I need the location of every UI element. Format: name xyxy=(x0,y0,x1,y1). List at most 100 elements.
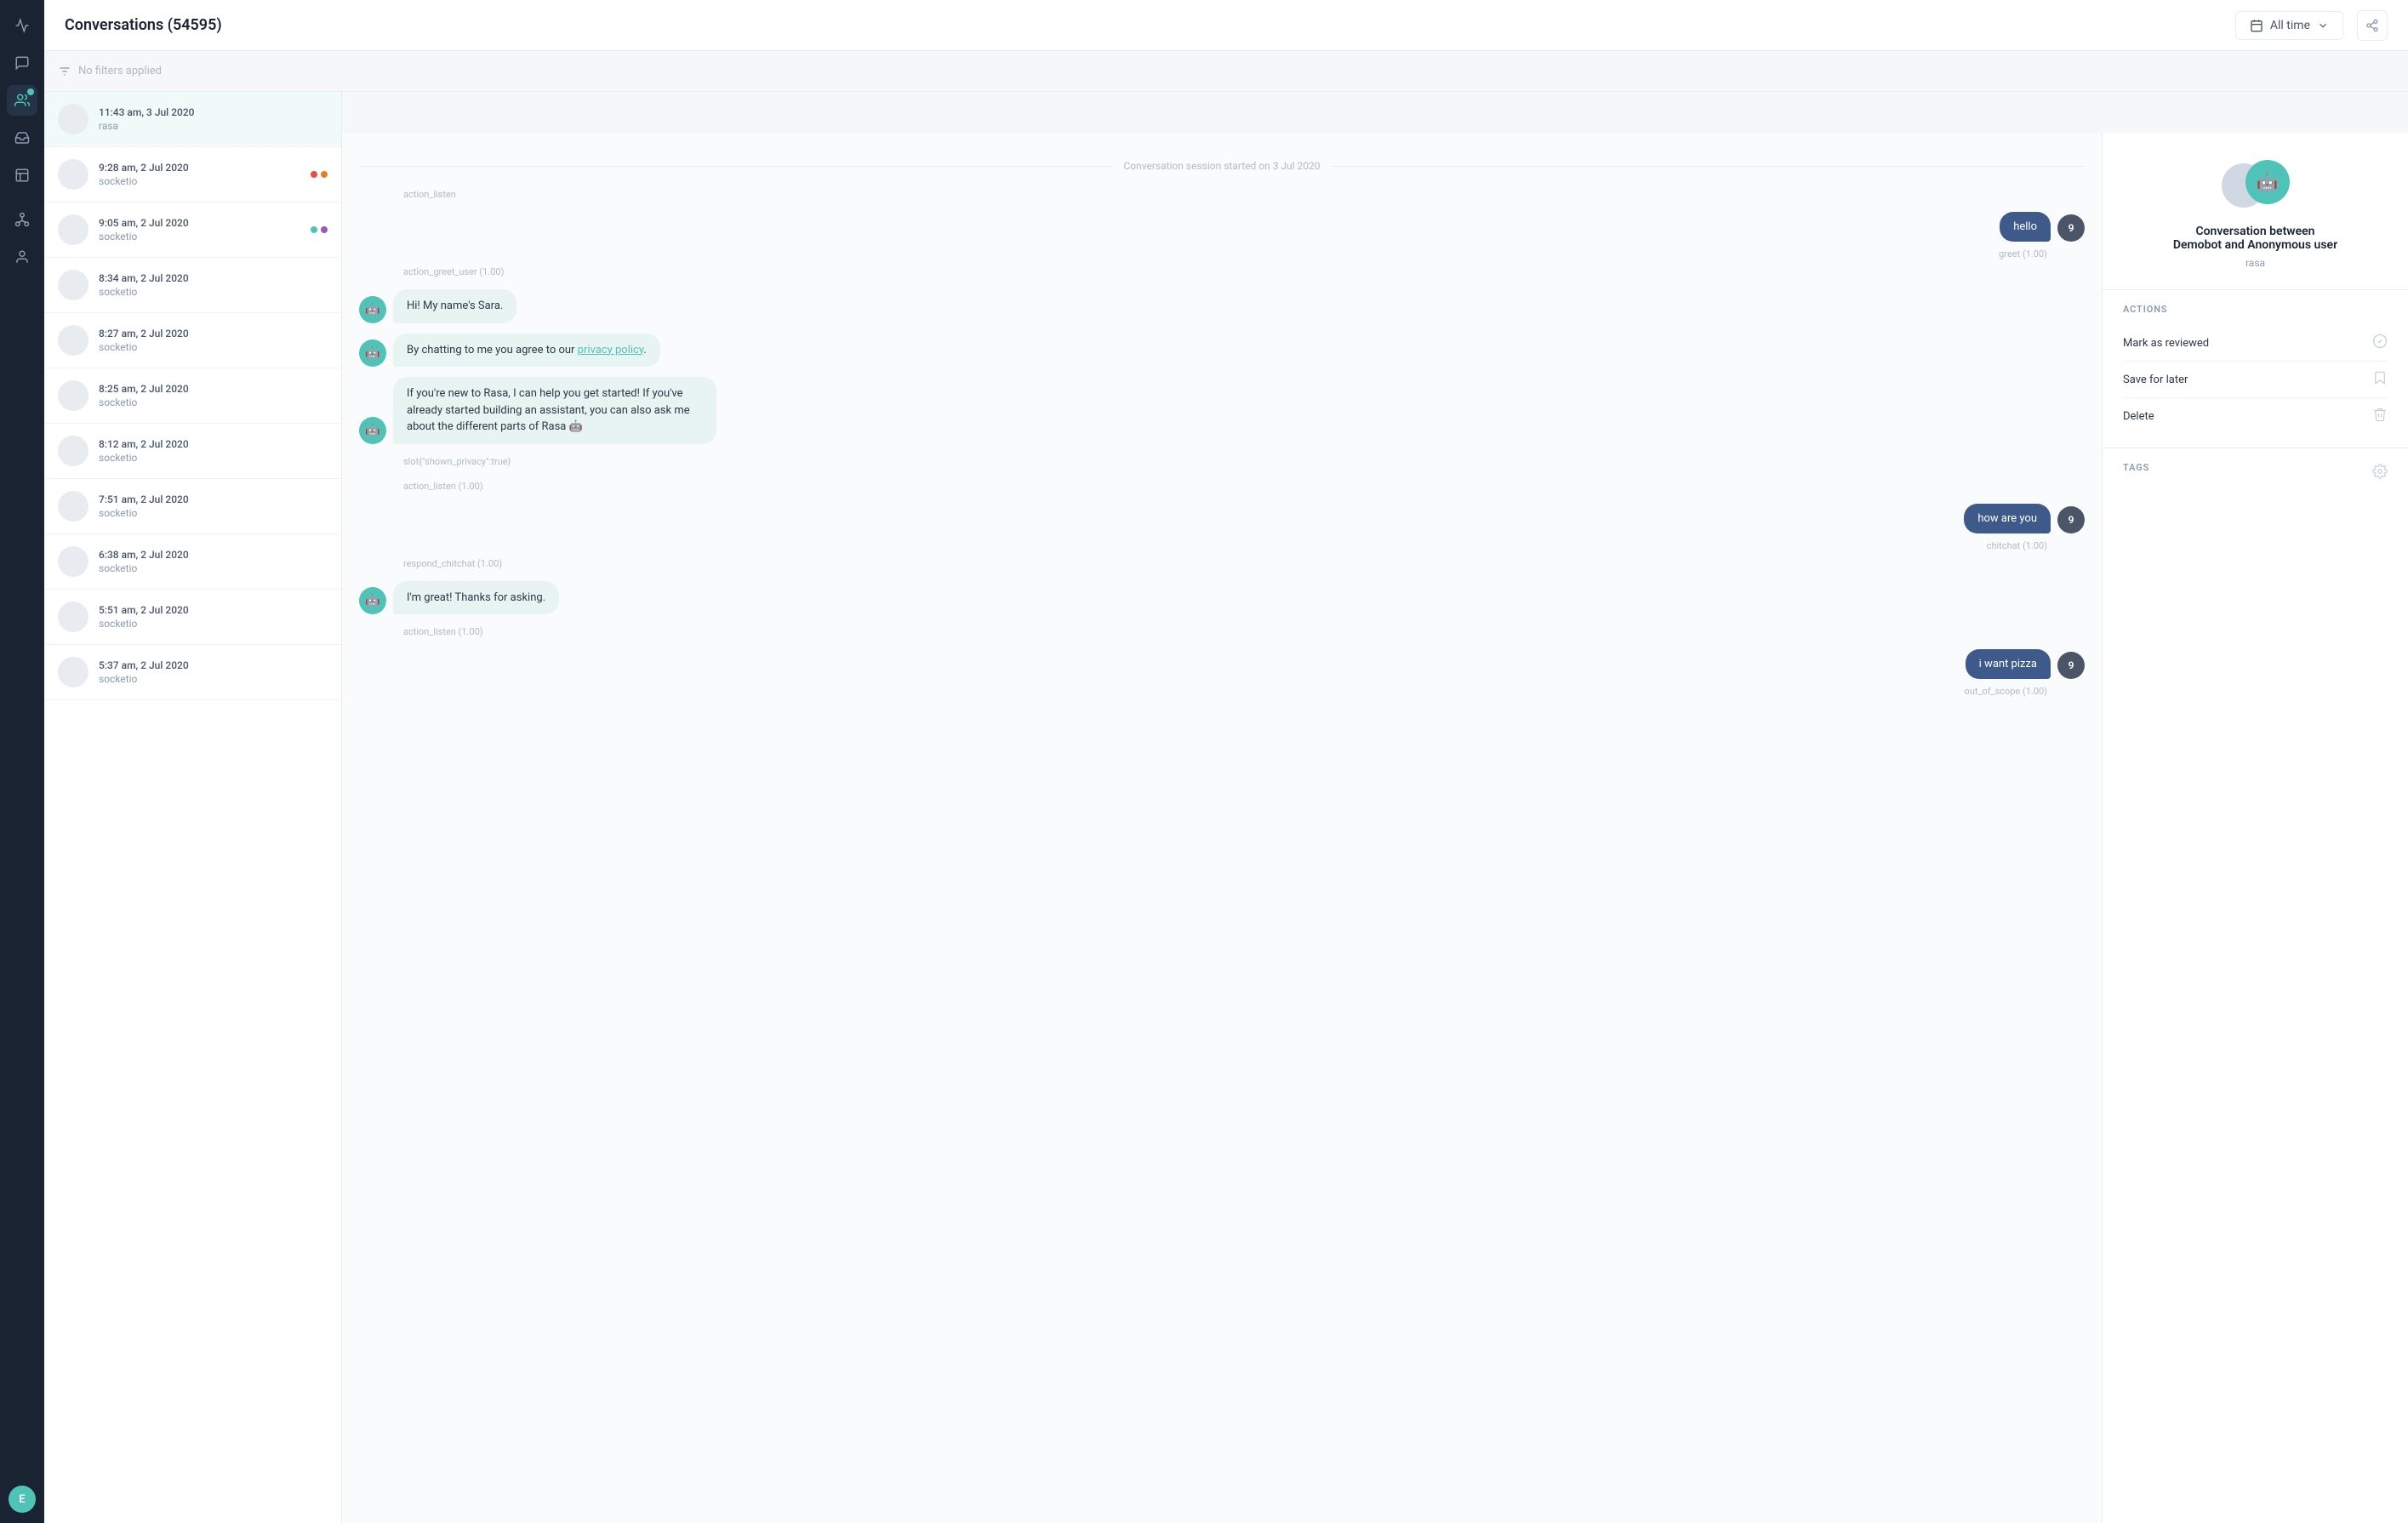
top-bar: Conversations (54595) All time xyxy=(44,0,2408,51)
conv-avatar-4 xyxy=(58,325,88,356)
nav-analytics-icon[interactable] xyxy=(7,10,37,41)
msg-row-user-pizza: i want pizza 9 xyxy=(359,649,2085,679)
conversation-item-9[interactable]: 5:51 am, 2 Jul 2020 socketio xyxy=(44,590,341,645)
time-filter-label: All time xyxy=(2270,19,2310,32)
filter-bar: No filters applied xyxy=(44,51,2408,92)
delete-label: Delete xyxy=(2123,410,2154,423)
left-navigation: E xyxy=(0,0,44,1523)
conversation-item-3[interactable]: 8:34 am, 2 Jul 2020 socketio xyxy=(44,258,341,313)
bubble-user-how: how are you xyxy=(1964,504,2051,533)
conversation-between-label: Conversation betweenDemobot and Anonymou… xyxy=(2173,225,2337,252)
msg-row-bot-privacy: 🤖 By chatting to me you agree to our pri… xyxy=(359,334,2085,368)
conv-avatar-10 xyxy=(58,657,88,687)
share-button[interactable] xyxy=(2357,10,2388,41)
conv-avatar-2 xyxy=(58,214,88,245)
chevron-down-icon xyxy=(2317,20,2329,31)
nav-flows-icon[interactable] xyxy=(7,204,37,235)
conv-avatar-9 xyxy=(58,602,88,632)
msg-row-bot-great: 🤖 I'm great! Thanks for asking. xyxy=(359,581,2085,615)
conv-info-4: 8:27 am, 2 Jul 2020 socketio xyxy=(99,328,328,353)
conv-time-10: 5:37 am, 2 Jul 2020 xyxy=(99,659,328,671)
conv-avatar-7 xyxy=(58,491,88,522)
mark-as-reviewed-row[interactable]: Mark as reviewed xyxy=(2123,325,2388,362)
nav-chat-icon[interactable] xyxy=(7,48,37,78)
msg-row-bot-sara: 🤖 Hi! My name's Sara. xyxy=(359,289,2085,323)
conv-name-0: rasa xyxy=(99,120,328,132)
bubble-bot-privacy: By chatting to me you agree to our priva… xyxy=(393,334,660,368)
conversation-item-10[interactable]: 5:37 am, 2 Jul 2020 socketio xyxy=(44,645,341,700)
check-circle-icon xyxy=(2372,334,2388,352)
action-greet-user: action_greet_user (1.00) xyxy=(359,266,2085,277)
actions-title: ACTIONS xyxy=(2123,304,2388,315)
conv-info-1: 9:28 am, 2 Jul 2020 socketio xyxy=(99,162,300,187)
conv-time-4: 8:27 am, 2 Jul 2020 xyxy=(99,328,328,339)
conv-name-9: socketio xyxy=(99,618,328,630)
conversation-item-6[interactable]: 8:12 am, 2 Jul 2020 socketio xyxy=(44,424,341,479)
slot-shown-privacy: slot{"shown_privacy":true} xyxy=(359,456,2085,467)
msg-row-user-hello: hello 9 xyxy=(359,212,2085,242)
mark-as-reviewed-label: Mark as reviewed xyxy=(2123,337,2209,350)
msg-row-bot-rasa-info: 🤖 If you're new to Rasa, I can help you … xyxy=(359,377,2085,444)
conversation-item-0[interactable]: 11:43 am, 3 Jul 2020 rasa xyxy=(44,92,341,147)
save-for-later-row[interactable]: Save for later xyxy=(2123,362,2388,398)
nav-inbox-icon[interactable] xyxy=(7,123,37,153)
conversation-item-2[interactable]: 9:05 am, 2 Jul 2020 socketio xyxy=(44,202,341,258)
conversation-item-1[interactable]: 9:28 am, 2 Jul 2020 socketio xyxy=(44,147,341,202)
filter-icon[interactable] xyxy=(58,65,71,78)
conv-info-9: 5:51 am, 2 Jul 2020 socketio xyxy=(99,604,328,630)
conv-time-8: 6:38 am, 2 Jul 2020 xyxy=(99,549,328,561)
tag-settings-icon[interactable] xyxy=(2372,464,2388,482)
conversation-list: 11:43 am, 3 Jul 2020 rasa 9:28 am, 2 Jul… xyxy=(44,92,342,1523)
user-avatar-pizza: 9 xyxy=(2057,652,2085,679)
conv-name-7: socketio xyxy=(99,507,328,519)
nav-reports-icon[interactable] xyxy=(7,160,37,191)
delete-row[interactable]: Delete xyxy=(2123,398,2388,434)
conv-time-2: 9:05 am, 2 Jul 2020 xyxy=(99,217,300,229)
dot-green xyxy=(311,226,317,233)
conversation-item-8[interactable]: 6:38 am, 2 Jul 2020 socketio xyxy=(44,534,341,590)
time-filter-button[interactable]: All time xyxy=(2235,11,2343,40)
share-icon xyxy=(2365,19,2379,32)
avatar-group: 🤖 xyxy=(2222,160,2290,211)
conv-info-7: 7:51 am, 2 Jul 2020 socketio xyxy=(99,493,328,519)
nav-conversations-icon[interactable] xyxy=(7,85,37,116)
conv-avatar-8 xyxy=(58,546,88,577)
nav-users-icon[interactable] xyxy=(7,242,37,272)
conv-time-7: 7:51 am, 2 Jul 2020 xyxy=(99,493,328,505)
privacy-policy-link[interactable]: privacy policy xyxy=(578,344,644,357)
conv-info-5: 8:25 am, 2 Jul 2020 socketio xyxy=(99,383,328,408)
trash-icon xyxy=(2372,407,2388,425)
intent-chitchat: chitchat (1.00) xyxy=(359,540,2085,551)
demobot-avatar: 🤖 xyxy=(2245,160,2290,204)
conv-name-1: socketio xyxy=(99,175,300,187)
user-avatar[interactable]: E xyxy=(9,1486,36,1513)
bot-avatar-rasa-info: 🤖 xyxy=(359,417,386,444)
bot-avatar-sara: 🤖 xyxy=(359,296,386,323)
user-avatar-how: 9 xyxy=(2057,506,2085,533)
conversation-item-4[interactable]: 8:27 am, 2 Jul 2020 socketio xyxy=(44,313,341,368)
conv-name-10: socketio xyxy=(99,673,328,685)
bubble-bot-rasa-info: If you're new to Rasa, I can help you ge… xyxy=(393,377,716,444)
conv-info-8: 6:38 am, 2 Jul 2020 socketio xyxy=(99,549,328,574)
tags-title: TAGS xyxy=(2123,462,2149,473)
action-listen-2: action_listen (1.00) xyxy=(359,481,2085,492)
conv-name-2: socketio xyxy=(99,231,300,242)
conv-avatar-6 xyxy=(58,436,88,466)
conv-name-3: socketio xyxy=(99,286,328,298)
conversation-item-5[interactable]: 8:25 am, 2 Jul 2020 socketio xyxy=(44,368,341,424)
conv-time-6: 8:12 am, 2 Jul 2020 xyxy=(99,438,328,450)
conv-name-6: socketio xyxy=(99,452,328,464)
conversation-item-7[interactable]: 7:51 am, 2 Jul 2020 socketio xyxy=(44,479,341,534)
dot-red xyxy=(311,171,317,178)
user-avatar-hello: 9 xyxy=(2057,214,2085,242)
page-title: Conversations (54595) xyxy=(65,16,222,34)
tags-section: TAGS xyxy=(2103,448,2408,497)
conv-info-2: 9:05 am, 2 Jul 2020 socketio xyxy=(99,217,300,242)
action-respond-chitchat: respond_chitchat (1.00) xyxy=(359,558,2085,569)
bot-avatar-privacy: 🤖 xyxy=(359,339,386,367)
conv-avatar-3 xyxy=(58,270,88,300)
intent-greet: greet (1.00) xyxy=(359,248,2085,260)
conv-time-1: 9:28 am, 2 Jul 2020 xyxy=(99,162,300,174)
conv-time-5: 8:25 am, 2 Jul 2020 xyxy=(99,383,328,395)
dot-orange xyxy=(321,171,328,178)
